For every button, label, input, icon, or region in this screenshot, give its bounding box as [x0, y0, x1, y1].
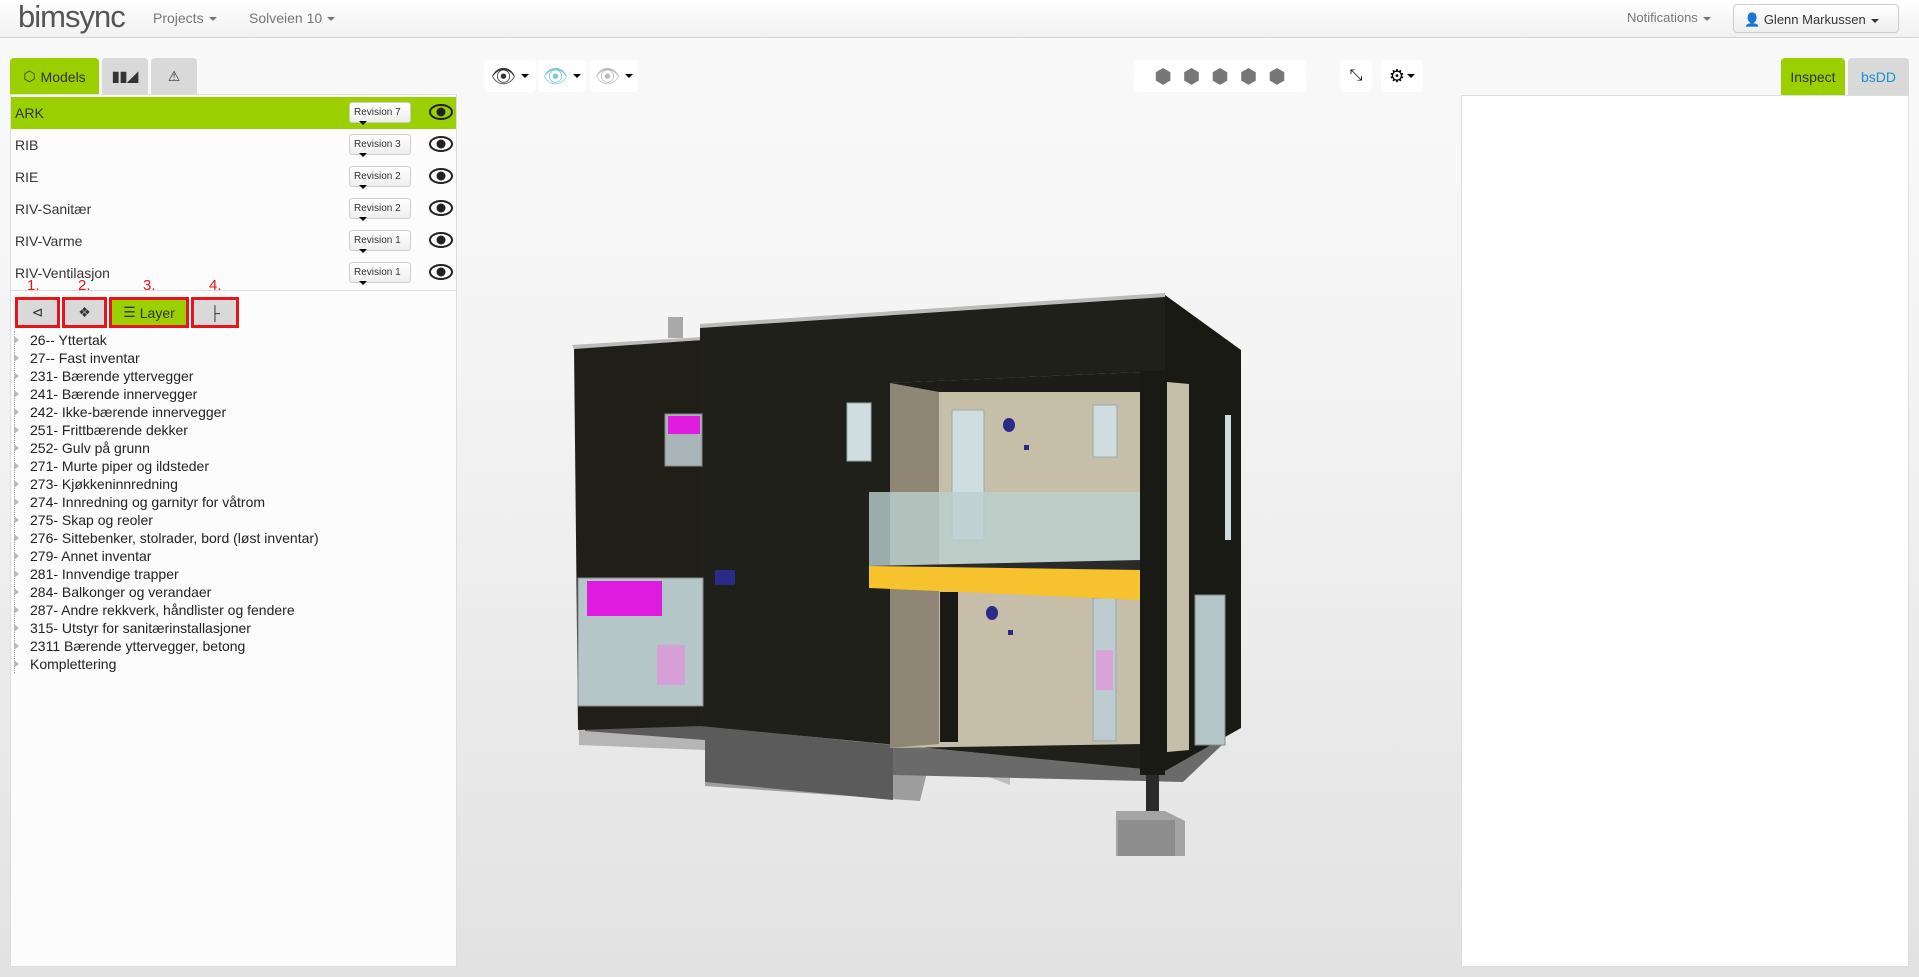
inspect-panel: [1461, 95, 1909, 967]
tab-inspect-label: Inspect: [1790, 68, 1836, 85]
tab-bsdd-label: bsDD: [1860, 68, 1896, 85]
building-model: [572, 293, 1241, 856]
tab-inspect[interactable]: Inspect: [1781, 58, 1845, 95]
tab-bsdd[interactable]: bsDD: [1848, 58, 1909, 95]
